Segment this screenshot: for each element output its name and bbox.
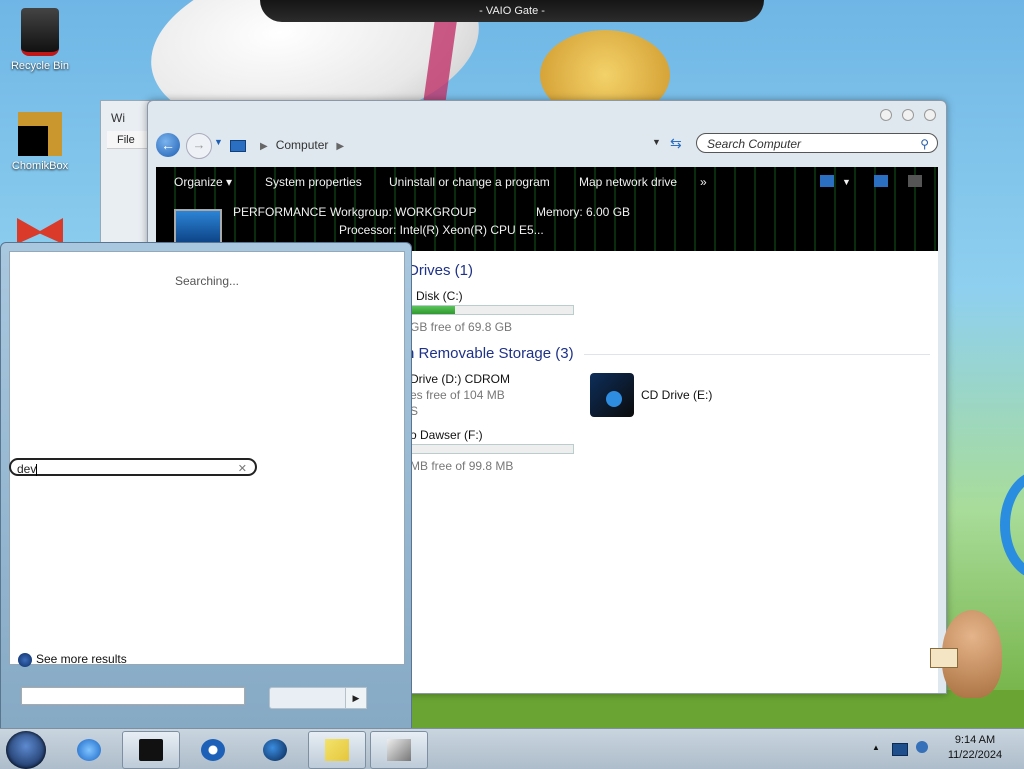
searching-status: Searching...	[174, 274, 240, 288]
drive-c-label[interactable]: l Disk (C:)	[410, 289, 463, 303]
more-commands-button[interactable]: »	[700, 175, 707, 189]
black-box-icon	[139, 739, 163, 761]
group-divider	[584, 354, 930, 355]
group-removable-storage[interactable]: h Removable Storage (3)	[406, 345, 574, 362]
chevron-right-icon[interactable]: ▶	[260, 141, 268, 152]
address-row: ← → ▼ ▶ Computer ▶ ▼ ⇆ Search Computer ⚲	[156, 131, 938, 159]
taskbar-ie-button[interactable]	[60, 731, 118, 769]
hamster-mascot	[930, 602, 1010, 702]
search-icon[interactable]: ⚲	[920, 134, 929, 154]
help-icon[interactable]	[908, 175, 922, 187]
drive-d-free-space: es free of 104 MB	[410, 388, 505, 402]
drive-d-label[interactable]: Drive (D:) CDROM	[410, 372, 510, 386]
forward-button[interactable]: →	[186, 133, 212, 159]
globe-icon	[263, 739, 287, 761]
maximize-button[interactable]	[902, 109, 914, 121]
taskbar: ▲ 9:14 AM 11/22/2024	[0, 728, 1024, 769]
breadcrumb-computer[interactable]: Computer	[276, 138, 329, 152]
recycle-bin-icon	[21, 8, 59, 56]
uninstall-program-button[interactable]: Uninstall or change a program	[389, 175, 550, 189]
desktop-icon-label: ChomikBox	[11, 160, 69, 172]
taskbar-globe-button[interactable]	[246, 731, 304, 769]
clock-time: 9:14 AM	[954, 734, 996, 746]
system-clock[interactable]: 9:14 AM 11/22/2024	[940, 733, 1010, 763]
media-player-icon	[201, 739, 225, 761]
show-hidden-icons-arrow[interactable]: ▲	[872, 743, 880, 752]
cd-drive-icon[interactable]	[590, 373, 634, 417]
recent-pages-dropdown[interactable]: ▼	[214, 137, 223, 147]
computer-name: PERFORMANCE	[233, 205, 327, 219]
start-button[interactable]	[6, 731, 46, 769]
processor-info: Processor: Intel(R) Xeon(R) CPU E5...	[339, 223, 544, 237]
search-input[interactable]: Search Computer ⚲	[696, 133, 938, 153]
book-icon	[930, 648, 958, 668]
desktop-icon-chomikbox[interactable]: ChomikBox	[0, 112, 80, 172]
bow-icon	[17, 218, 63, 244]
back-button[interactable]: ←	[156, 133, 180, 157]
taskbar-notes-button[interactable]	[308, 731, 366, 769]
taskbar-media-player-button[interactable]	[184, 731, 242, 769]
drive-e-label[interactable]: CD Drive (E:)	[641, 388, 712, 402]
group-hard-drives[interactable]: Drives (1)	[408, 262, 473, 279]
start-search-input[interactable]: dev ✕	[9, 458, 257, 476]
shutdown-options-arrow[interactable]: ▶	[345, 687, 367, 709]
desktop-icon-recycle-bin[interactable]: Recycle Bin	[0, 8, 80, 72]
internet-explorer-icon	[77, 739, 101, 761]
vaio-gate-bar[interactable]: - VAIO Gate -	[260, 0, 764, 22]
search-placeholder: Search Computer	[707, 137, 802, 151]
wallpaper-ring-shape	[1000, 470, 1024, 580]
start-search-value: dev	[17, 462, 37, 476]
address-dropdown-button[interactable]: ▼	[652, 137, 661, 147]
drive-c-usage-fill	[409, 306, 455, 314]
taskbar-box-button[interactable]	[122, 731, 180, 769]
tools-icon	[387, 739, 411, 761]
drive-c-free-space: GB free of 69.8 GB	[410, 320, 513, 334]
system-properties-button[interactable]: System properties	[265, 175, 362, 189]
see-more-results-link[interactable]: See more results	[18, 652, 127, 667]
all-programs-field[interactable]	[21, 687, 245, 705]
workgroup-info: Workgroup: WORKGROUP	[330, 205, 477, 219]
memory-info: Memory: 6.00 GB	[536, 205, 631, 219]
display-tray-icon[interactable]	[892, 743, 908, 756]
search-globe-icon	[18, 652, 32, 667]
clock-date: 11/22/2024	[947, 749, 1003, 761]
view-dropdown-icon[interactable]: ▼	[842, 177, 851, 187]
minimize-button[interactable]	[880, 109, 892, 121]
text-caret	[36, 463, 38, 476]
network-tray-icon[interactable]	[916, 741, 928, 753]
breadcrumb[interactable]: ▶ Computer ▶	[230, 135, 650, 155]
drive-f-usage-bar	[408, 444, 574, 454]
start-menu: Searching... See more results ▶	[0, 242, 412, 730]
background-window-title: Wi	[111, 111, 125, 125]
computer-icon	[230, 139, 246, 152]
drive-f-label[interactable]: o Dawser (F:)	[410, 428, 483, 442]
desktop-icon-label: Recycle Bin	[10, 60, 70, 72]
command-bar: Organize ▾ System properties Uninstall o…	[156, 167, 938, 251]
close-button[interactable]	[924, 109, 936, 121]
organize-button[interactable]: Organize ▾	[174, 175, 232, 189]
preview-pane-icon[interactable]	[874, 175, 888, 187]
start-menu-lower: ▶	[9, 673, 403, 717]
window-controls	[880, 109, 936, 121]
clear-search-icon[interactable]: ✕	[238, 460, 247, 478]
disc-icon	[606, 391, 622, 407]
change-view-icon[interactable]	[820, 175, 834, 187]
sticky-notes-icon	[325, 739, 349, 761]
map-network-drive-button[interactable]: Map network drive	[579, 175, 677, 189]
taskbar-tools-button[interactable]	[370, 731, 428, 769]
chomikbox-icon	[18, 112, 62, 156]
drive-c-usage-bar	[408, 305, 574, 315]
drive-f-free-space: MB free of 99.8 MB	[410, 459, 514, 473]
refresh-icon[interactable]: ⇆	[670, 135, 682, 152]
chevron-right-icon[interactable]: ▶	[336, 141, 344, 152]
